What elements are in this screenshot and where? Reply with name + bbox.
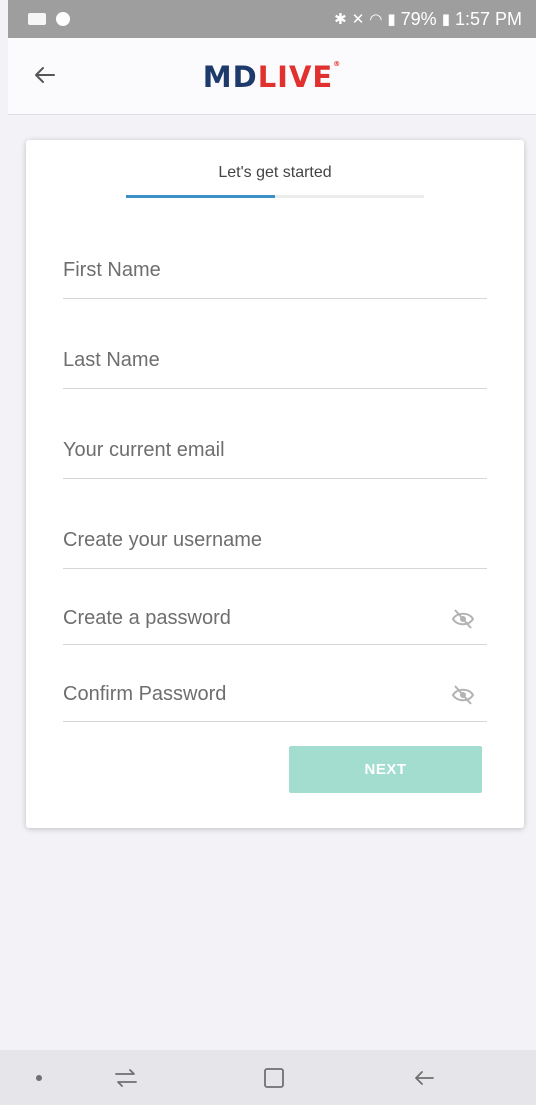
next-button[interactable]: NEXT — [289, 746, 482, 793]
wifi-icon: ◠ — [369, 10, 383, 28]
app-header: MDLIVE® — [8, 38, 536, 115]
last-name-field — [63, 346, 487, 389]
status-time: 1:57 PM — [454, 8, 522, 29]
recents-icon[interactable] — [112, 1066, 140, 1090]
step-title: Let's get started — [218, 164, 332, 181]
confirm-password-input[interactable] — [63, 680, 423, 708]
mdlive-logo: MDLIVE® — [202, 60, 342, 94]
step-progress-track — [126, 195, 424, 198]
eye-slash-icon[interactable] — [451, 684, 475, 706]
system-nav-bar — [0, 1050, 536, 1105]
status-bar: ✱ ✕ ◠ ▮ 79% ▮ 1:57 PM — [8, 0, 536, 38]
first-name-input[interactable] — [63, 256, 423, 284]
last-name-input[interactable] — [63, 346, 423, 374]
notification-icon — [28, 13, 46, 25]
first-name-field — [63, 256, 487, 299]
eye-slash-icon[interactable] — [451, 608, 475, 630]
email-input[interactable] — [63, 436, 423, 464]
password-input[interactable] — [63, 604, 423, 632]
bluetooth-icon: ✱ — [334, 10, 347, 28]
system-back-icon[interactable] — [412, 1066, 436, 1090]
password-field — [63, 604, 487, 645]
signal-icon: ▮ — [387, 10, 396, 28]
battery-percent: 79% — [400, 8, 437, 29]
battery-icon: ▮ — [441, 10, 450, 28]
home-icon[interactable] — [262, 1066, 286, 1090]
mute-icon: ✕ — [351, 10, 365, 28]
confirm-password-field — [63, 680, 487, 722]
username-input[interactable] — [63, 526, 423, 554]
app-notification-icon — [56, 12, 70, 26]
signup-card: Let's get started NEXT — [26, 140, 524, 828]
username-field — [63, 526, 487, 569]
step-progress-fill — [126, 195, 275, 198]
nav-indicator-dot — [36, 1075, 42, 1081]
email-field — [63, 436, 487, 479]
